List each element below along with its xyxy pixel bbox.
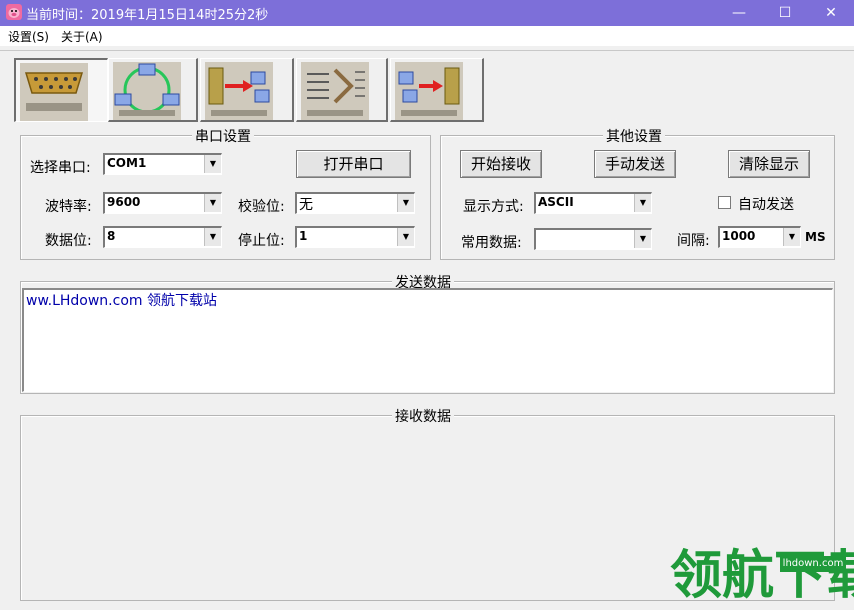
interval-label: 间隔: bbox=[677, 233, 710, 249]
chevron-down-icon[interactable]: ▼ bbox=[204, 155, 221, 173]
chevron-down-icon[interactable]: ▼ bbox=[397, 194, 414, 212]
chevron-down-icon[interactable]: ▼ bbox=[783, 228, 800, 246]
auto-send-checkbox[interactable] bbox=[718, 196, 731, 209]
interval-select[interactable]: 1000 ▼ bbox=[718, 226, 801, 248]
app-pig-icon bbox=[6, 4, 22, 20]
interval-value: 1000 bbox=[722, 229, 756, 243]
start-receive-button[interactable]: 开始接收 bbox=[460, 150, 542, 178]
display-mode-select[interactable]: ASCII ▼ bbox=[534, 192, 652, 214]
toolbar-tcp-server-button[interactable] bbox=[390, 58, 484, 122]
tcp-server-icon bbox=[395, 62, 463, 120]
send-data-textarea[interactable]: ww.LHdown.com 领航下载站 bbox=[22, 288, 833, 392]
watermark-url: lhdown.com bbox=[780, 556, 846, 572]
databits-select[interactable]: 8 ▼ bbox=[103, 226, 222, 248]
display-mode-label: 显示方式: bbox=[463, 199, 524, 215]
other-settings-title: 其他设置 bbox=[603, 126, 665, 146]
menu-bar bbox=[0, 26, 854, 46]
maximize-button[interactable]: ☐ bbox=[762, 0, 808, 26]
parity-value: 无 bbox=[299, 197, 313, 213]
chevron-down-icon[interactable]: ▼ bbox=[397, 228, 414, 246]
parity-label: 校验位: bbox=[238, 199, 285, 215]
port-label: 选择串口: bbox=[30, 160, 91, 176]
stopbits-select[interactable]: 1 ▼ bbox=[295, 226, 415, 248]
ascii-convert-icon bbox=[301, 62, 369, 120]
serial-port-icon bbox=[20, 63, 88, 121]
clear-display-button[interactable]: 清除显示 bbox=[728, 150, 810, 178]
common-data-label: 常用数据: bbox=[461, 235, 522, 251]
menu-settings[interactable]: 设置(S) bbox=[8, 28, 49, 45]
parity-select[interactable]: 无 ▼ bbox=[295, 192, 415, 214]
stopbits-label: 停止位: bbox=[238, 233, 285, 249]
window-title: 当前时间：2019年1月15日14时25分2秒 bbox=[26, 8, 269, 23]
send-data-text: ww.LHdown.com 领航下载站 bbox=[26, 293, 217, 309]
databits-value: 8 bbox=[107, 229, 116, 243]
auto-send-label[interactable]: 自动发送 bbox=[738, 194, 794, 214]
baud-value: 9600 bbox=[107, 195, 141, 209]
serial-settings-title: 串口设置 bbox=[192, 126, 254, 146]
receive-data-title: 接收数据 bbox=[392, 406, 454, 426]
display-mode-value: ASCII bbox=[538, 195, 574, 209]
stopbits-value: 1 bbox=[299, 229, 308, 243]
port-select[interactable]: COM1 ▼ bbox=[103, 153, 222, 175]
chevron-down-icon[interactable]: ▼ bbox=[204, 228, 221, 246]
toolbar-tcp-client-button[interactable] bbox=[200, 58, 294, 122]
toolbar-network-button[interactable] bbox=[108, 58, 198, 122]
toolbar-divider bbox=[0, 50, 854, 51]
chevron-down-icon[interactable]: ▼ bbox=[634, 230, 651, 248]
tcp-client-icon bbox=[205, 62, 273, 120]
chevron-down-icon[interactable]: ▼ bbox=[204, 194, 221, 212]
menu-about[interactable]: 关于(A) bbox=[61, 28, 103, 45]
toolbar-ascii-button[interactable] bbox=[296, 58, 388, 122]
port-value: COM1 bbox=[107, 156, 147, 170]
baud-label: 波特率: bbox=[45, 199, 92, 215]
interval-unit: MS bbox=[805, 230, 826, 244]
minimize-button[interactable]: — bbox=[716, 0, 762, 26]
open-port-button[interactable]: 打开串口 bbox=[296, 150, 411, 178]
databits-label: 数据位: bbox=[45, 233, 92, 249]
manual-send-button[interactable]: 手动发送 bbox=[594, 150, 676, 178]
close-button[interactable]: ✕ bbox=[808, 0, 854, 26]
chevron-down-icon[interactable]: ▼ bbox=[634, 194, 651, 212]
common-data-select[interactable]: ▼ bbox=[534, 228, 652, 250]
network-icon bbox=[113, 62, 181, 120]
baud-select[interactable]: 9600 ▼ bbox=[103, 192, 222, 214]
toolbar-serial-port-button[interactable] bbox=[14, 58, 108, 122]
